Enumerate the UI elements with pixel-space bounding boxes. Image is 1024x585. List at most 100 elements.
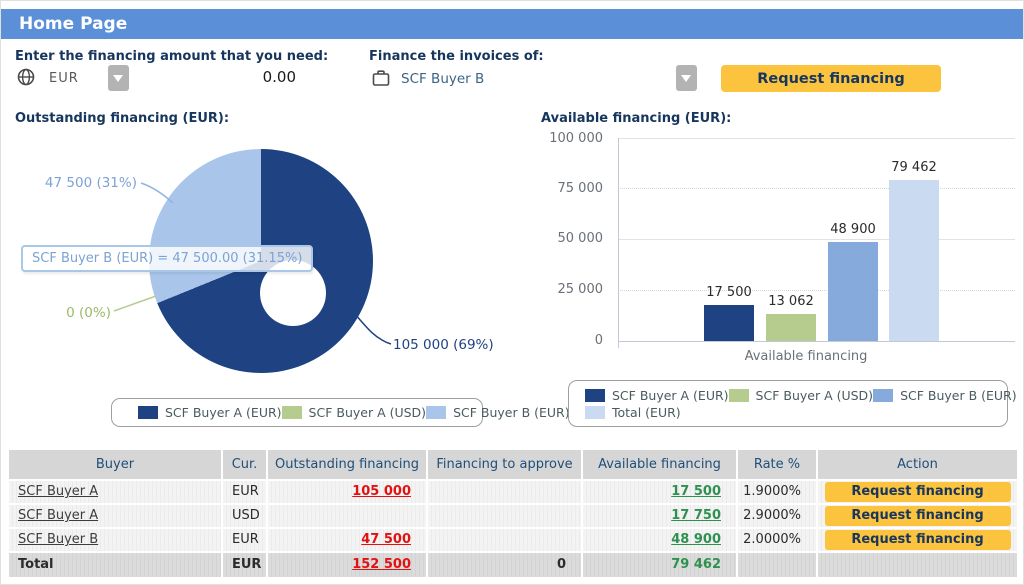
available-link[interactable]: 17 500: [671, 484, 721, 499]
legend-item: SCF Buyer B (EUR): [426, 405, 570, 420]
callout-buyer-a-usd: 0 (0%): [63, 305, 111, 321]
page-title: Home Page: [1, 9, 1024, 39]
legend-swatch: [282, 406, 302, 419]
total-cur: EUR: [223, 553, 266, 577]
rate-cell: 2.9000%: [738, 505, 816, 527]
table-header-row: Buyer Cur. Outstanding financing Financi…: [9, 450, 1017, 479]
legend-label: SCF Buyer B (EUR): [453, 405, 570, 420]
outstanding-link[interactable]: 47 500: [361, 532, 411, 547]
total-rate-empty: [738, 553, 816, 577]
col-header-outstanding: Outstanding financing: [268, 450, 426, 479]
table-row: SCF Buyer A USD 17 750 2.9000% Request f…: [9, 505, 1017, 527]
total-available: 79 462: [671, 557, 721, 572]
legend-item: SCF Buyer A (USD): [729, 388, 874, 403]
currency-dropdown-button[interactable]: [108, 65, 129, 91]
bar-legend: SCF Buyer A (EUR) SCF Buyer A (USD) SCF …: [568, 380, 1008, 427]
legend-swatch: [426, 406, 446, 419]
y-tick: 100 000: [501, 131, 603, 146]
available-link[interactable]: 17 750: [671, 508, 721, 523]
legend-label: SCF Buyer A (USD): [309, 405, 427, 420]
invoices-selected-value: SCF Buyer B: [401, 71, 484, 87]
legend-swatch: [873, 389, 893, 402]
outstanding-link[interactable]: 105 000: [352, 484, 411, 499]
pie-legend: SCF Buyer A (EUR) SCF Buyer A (USD) SCF …: [111, 398, 483, 427]
bar-chart: 17 500 13 062 48 900 79 462: [618, 138, 1015, 341]
bar-scf-buyer-b-eur[interactable]: [828, 242, 878, 341]
row-request-financing-button[interactable]: Request financing: [825, 530, 1011, 550]
home-page: Home Page Enter the financing amount tha…: [0, 0, 1024, 585]
y-tick: 75 000: [501, 181, 603, 196]
bar-group[interactable]: 13 062: [766, 138, 816, 341]
table-row: SCF Buyer A EUR 105 000 17 500 1.9000% R…: [9, 481, 1017, 503]
invoices-label: Finance the invoices of:: [369, 49, 544, 64]
rate-cell: 1.9000%: [738, 481, 816, 503]
cur-cell: EUR: [223, 481, 266, 503]
legend-label: SCF Buyer A (USD): [756, 388, 874, 403]
y-tick: 25 000: [501, 282, 603, 297]
page-header-bar: Home Page: [1, 9, 1024, 39]
bar-chart-title: Available financing (EUR):: [541, 111, 731, 126]
cur-cell: EUR: [223, 529, 266, 551]
total-outstanding-link[interactable]: 152 500: [352, 557, 411, 572]
legend-swatch: [585, 406, 605, 419]
legend-item: SCF Buyer A (USD): [282, 405, 427, 420]
request-financing-button[interactable]: Request financing: [721, 65, 941, 92]
globe-icon: [17, 68, 35, 86]
bar-value-label: 13 062: [746, 294, 836, 309]
y-tick: 50 000: [501, 231, 603, 246]
total-to-approve: 0: [428, 553, 581, 577]
total-action-empty: [818, 553, 1017, 577]
bar-value-label: 48 900: [808, 222, 898, 237]
row-request-financing-button[interactable]: Request financing: [825, 506, 1011, 526]
col-header-rate: Rate %: [738, 450, 816, 479]
invoices-dropdown-button[interactable]: [676, 65, 697, 91]
col-header-action: Action: [818, 450, 1017, 479]
bar-total-eur[interactable]: [889, 180, 939, 341]
buyer-link[interactable]: SCF Buyer A: [18, 508, 98, 523]
cur-cell: USD: [223, 505, 266, 527]
legend-swatch: [729, 389, 749, 402]
legend-label: Total (EUR): [612, 405, 681, 420]
col-header-available: Available financing: [583, 450, 736, 479]
table-total-row: Total EUR 152 500 0 79 462: [9, 553, 1017, 577]
col-header-buyer: Buyer: [9, 450, 221, 479]
legend-item: SCF Buyer A (EUR): [138, 405, 282, 420]
financing-table: Buyer Cur. Outstanding financing Financi…: [9, 450, 1017, 579]
outstanding-cell: [268, 505, 426, 527]
available-link[interactable]: 48 900: [671, 532, 721, 547]
buyer-link[interactable]: SCF Buyer B: [18, 532, 98, 547]
to-approve-cell: [428, 529, 581, 551]
callout-buyer-b: 47 500 (31%): [21, 175, 137, 191]
bar-scf-buyer-a-eur[interactable]: [704, 305, 754, 341]
row-request-financing-button[interactable]: Request financing: [825, 482, 1011, 502]
to-approve-cell: [428, 505, 581, 527]
bar-group[interactable]: 17 500: [704, 138, 754, 341]
bar-scf-buyer-a-usd[interactable]: [766, 314, 816, 341]
to-approve-cell: [428, 481, 581, 503]
amount-label: Enter the financing amount that you need…: [15, 49, 328, 64]
rate-cell: 2.0000%: [738, 529, 816, 551]
legend-label: SCF Buyer B (EUR): [900, 388, 1017, 403]
bar-group[interactable]: 79 462: [889, 138, 939, 341]
currency-selected-value: EUR: [49, 71, 79, 86]
legend-swatch: [138, 406, 158, 419]
bar-x-axis-label: Available financing: [641, 349, 971, 364]
col-header-to-approve: Financing to approve: [428, 450, 581, 479]
col-header-cur: Cur.: [223, 450, 266, 479]
legend-item: Total (EUR): [585, 405, 729, 420]
legend-item: SCF Buyer A (EUR): [585, 388, 729, 403]
pie-chart-title: Outstanding financing (EUR):: [15, 111, 229, 126]
bar-value-label: 79 462: [869, 160, 959, 175]
amount-input[interactable]: 0.00: [201, 68, 296, 86]
buyer-link[interactable]: SCF Buyer A: [18, 484, 98, 499]
legend-label: SCF Buyer A (EUR): [612, 388, 729, 403]
total-label: Total: [9, 553, 221, 577]
briefcase-icon: [372, 69, 390, 87]
pie-tooltip: SCF Buyer B (EUR) = 47 500.00 (31.15%): [21, 245, 313, 272]
legend-swatch: [585, 389, 605, 402]
y-tick: 0: [501, 333, 603, 348]
callout-buyer-a-eur: 105 000 (69%): [393, 337, 494, 353]
table-row: SCF Buyer B EUR 47 500 48 900 2.0000% Re…: [9, 529, 1017, 551]
legend-label: SCF Buyer A (EUR): [165, 405, 282, 420]
legend-item: SCF Buyer B (EUR): [873, 388, 1017, 403]
